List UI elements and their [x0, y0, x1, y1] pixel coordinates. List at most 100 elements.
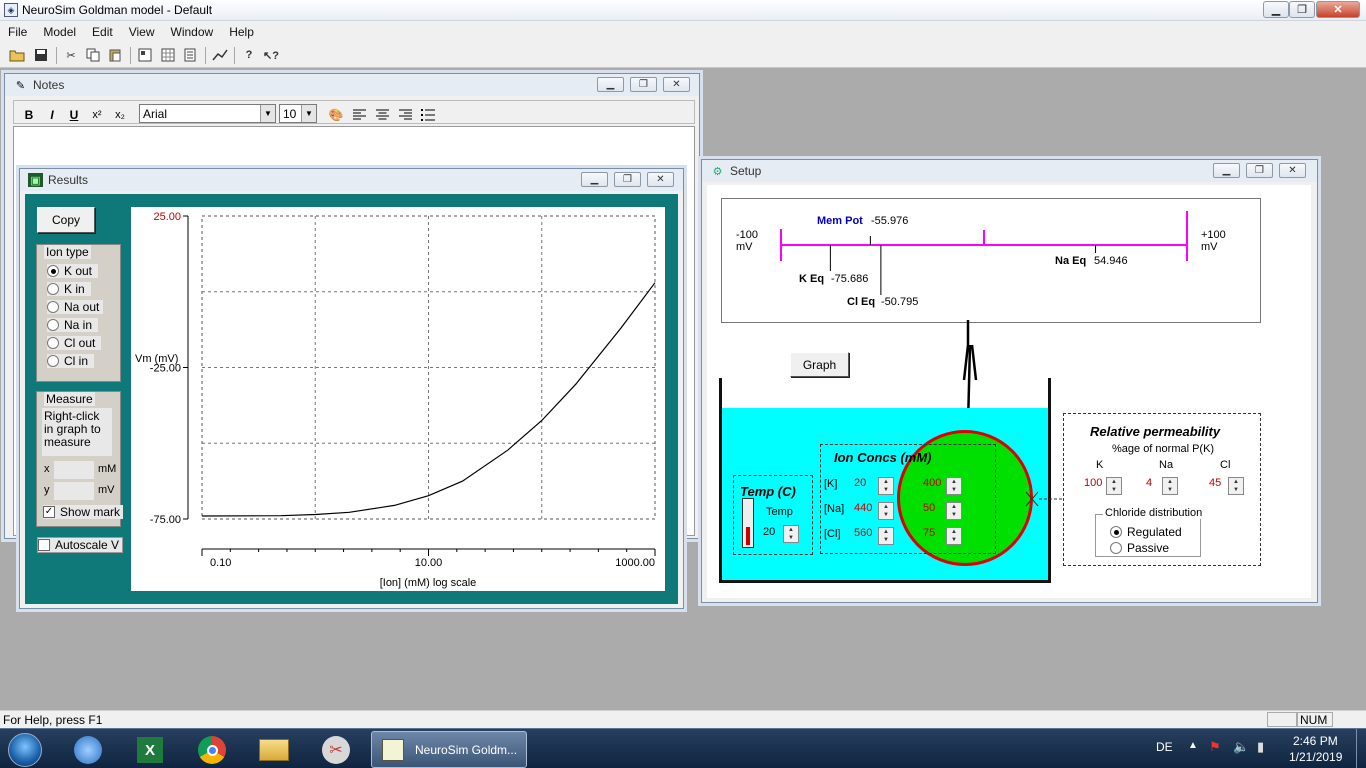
align-left-icon[interactable] — [350, 106, 368, 123]
size-combo[interactable]: 10 ▼ — [279, 104, 317, 123]
chevron-down-icon[interactable]: ▼ — [260, 105, 275, 122]
power-icon[interactable]: ▮ — [1257, 739, 1264, 755]
menu-file[interactable]: File — [0, 25, 35, 39]
notes-restore-button[interactable]: ❐ — [630, 77, 657, 92]
autoscale-checkbox[interactable]: Autoscale V — [37, 537, 124, 553]
setup-minimize-button[interactable]: ▁ — [1213, 163, 1240, 178]
notes-minimize-button[interactable]: ▁ — [597, 77, 624, 92]
layout-icon[interactable] — [136, 46, 154, 64]
mem-pot-value: -55.976 — [871, 215, 909, 227]
results-titlebar: ▣ Results ▁ ❐ ✕ — [20, 169, 683, 191]
setup-restore-button[interactable]: ❐ — [1246, 163, 1273, 178]
results-restore-button[interactable]: ❐ — [614, 172, 641, 187]
save-icon[interactable] — [32, 46, 50, 64]
menu-window[interactable]: Window — [163, 25, 222, 39]
help-icon[interactable]: ? — [240, 46, 258, 64]
menu-help[interactable]: Help — [221, 25, 262, 39]
bullet-list-icon[interactable] — [419, 106, 437, 123]
font-combo[interactable]: Arial ▼ — [139, 104, 276, 123]
grid-icon[interactable] — [159, 46, 177, 64]
results-minimize-button[interactable]: ▁ — [581, 172, 608, 187]
radio-k-in[interactable]: K in — [47, 282, 91, 296]
graph-icon[interactable] — [211, 46, 229, 64]
italic-button[interactable]: I — [43, 106, 61, 123]
chart-area[interactable]: 25.00 -25.00 -75.00 0.10 10.00 1000.00 Vm (mV… — [131, 207, 665, 591]
na-eq-value: 54.946 — [1094, 255, 1128, 267]
k-eq-label: K Eq — [799, 273, 825, 285]
show-desktop-button[interactable] — [1356, 729, 1366, 768]
minimize-button[interactable]: ▁ — [1263, 1, 1289, 18]
bold-button[interactable]: B — [20, 106, 38, 123]
task-neurosim[interactable]: NeuroSim Goldm... — [371, 731, 527, 768]
results-close-button[interactable]: ✕ — [647, 172, 674, 187]
chevron-down-icon[interactable]: ▼ — [301, 105, 316, 122]
chloride-title: Chloride distribution — [1103, 507, 1205, 519]
subscript-button[interactable]: x₂ — [111, 106, 129, 123]
radio-na-in[interactable]: Na in — [47, 318, 99, 332]
menu-edit[interactable]: Edit — [84, 25, 121, 39]
goldman-chart[interactable]: 25.00-25.00-75.000.10 10.00 1000.00 Vm (mV… — [131, 207, 665, 591]
open-folder-icon[interactable] — [8, 46, 26, 64]
show-mark-checkbox[interactable]: ✓ Show mark — [43, 505, 124, 519]
radio-regulated[interactable]: Regulated — [1110, 525, 1182, 539]
measure-x-unit: mM — [98, 463, 117, 475]
cut-icon[interactable]: ✂ — [62, 46, 80, 64]
excel-icon[interactable]: X — [122, 732, 178, 768]
setup-close-button[interactable]: ✕ — [1279, 163, 1306, 178]
menu-model[interactable]: Model — [35, 25, 84, 39]
measure-y-label: y — [44, 484, 50, 496]
ion-concs-title: Ion Concs (mM) — [834, 450, 932, 465]
perm-k-spinner[interactable]: ▲ ▼ — [1106, 477, 1122, 495]
cl-out-value: 560 — [854, 527, 873, 539]
radio-passive[interactable]: Passive — [1110, 541, 1169, 555]
radio-k-out[interactable]: K out — [47, 264, 99, 278]
na-out-value: 440 — [854, 502, 873, 514]
temp-spinner[interactable]: ▲ ▼ — [783, 525, 799, 543]
color-palette-icon[interactable]: 🎨 — [327, 106, 345, 123]
align-right-icon[interactable] — [396, 106, 414, 123]
graph-button[interactable]: Graph — [790, 352, 849, 377]
restore-button[interactable]: ❐ — [1289, 1, 1315, 18]
k-in-value: 400 — [923, 477, 942, 489]
results-title: Results — [48, 173, 89, 187]
radio-na-out[interactable]: Na out — [47, 300, 104, 314]
menu-bar: File Model Edit View Window Help — [0, 21, 1366, 42]
copy-button[interactable]: Copy — [37, 207, 95, 233]
notes-icon[interactable] — [181, 46, 199, 64]
align-center-icon[interactable] — [373, 106, 391, 123]
measure-x-label: x — [44, 463, 50, 475]
na-in-spinner[interactable]: ▲ ▼ — [946, 502, 962, 520]
close-button[interactable]: ✕ — [1316, 1, 1360, 18]
menu-view[interactable]: View — [121, 25, 163, 39]
cl-out-spinner[interactable]: ▲ ▼ — [878, 527, 894, 545]
k-out-spinner[interactable]: ▲ ▼ — [878, 477, 894, 495]
network-icon[interactable]: ⚑ — [1209, 739, 1221, 755]
clock-time[interactable]: 2:46 PM — [1293, 734, 1338, 748]
temp-label: Temp — [766, 506, 793, 518]
notes-close-button[interactable]: ✕ — [663, 77, 690, 92]
app-titlebar: ◈ NeuroSim Goldman model - Default ▁ ❐ ✕ — [0, 0, 1366, 21]
superscript-button[interactable]: x² — [88, 106, 106, 123]
clock-date[interactable]: 1/21/2019 — [1289, 750, 1342, 764]
paste-icon[interactable] — [106, 46, 124, 64]
perm-na-spinner[interactable]: ▲ ▼ — [1162, 477, 1178, 495]
radio-cl-out[interactable]: Cl out — [47, 336, 102, 350]
perm-cl-spinner[interactable]: ▲ ▼ — [1228, 477, 1244, 495]
cl-in-spinner[interactable]: ▲ ▼ — [946, 527, 962, 545]
chrome-icon[interactable] — [184, 732, 240, 768]
k-in-spinner[interactable]: ▲ ▼ — [946, 477, 962, 495]
start-orb[interactable] — [0, 732, 50, 768]
na-out-spinner[interactable]: ▲ ▼ — [878, 502, 894, 520]
volume-icon[interactable]: 🔈 — [1233, 739, 1249, 755]
perm-title: Relative permeability — [1090, 424, 1221, 439]
radio-cl-in[interactable]: Cl in — [47, 354, 95, 368]
tray-expand-icon[interactable]: ▲ — [1188, 740, 1198, 751]
scissors-app-icon[interactable]: ✂ — [308, 732, 364, 768]
context-help-icon[interactable]: ↖? — [262, 46, 280, 64]
taskbar: X ✂ NeuroSim Goldm... DE ▲ ⚑ 🔈 ▮ 2:46 PM… — [0, 728, 1366, 768]
underline-button[interactable]: U — [65, 106, 83, 123]
explorer-icon[interactable] — [246, 732, 302, 768]
language-indicator[interactable]: DE — [1156, 740, 1173, 754]
copy-icon[interactable] — [84, 46, 102, 64]
thunderbird-icon[interactable] — [60, 732, 116, 768]
